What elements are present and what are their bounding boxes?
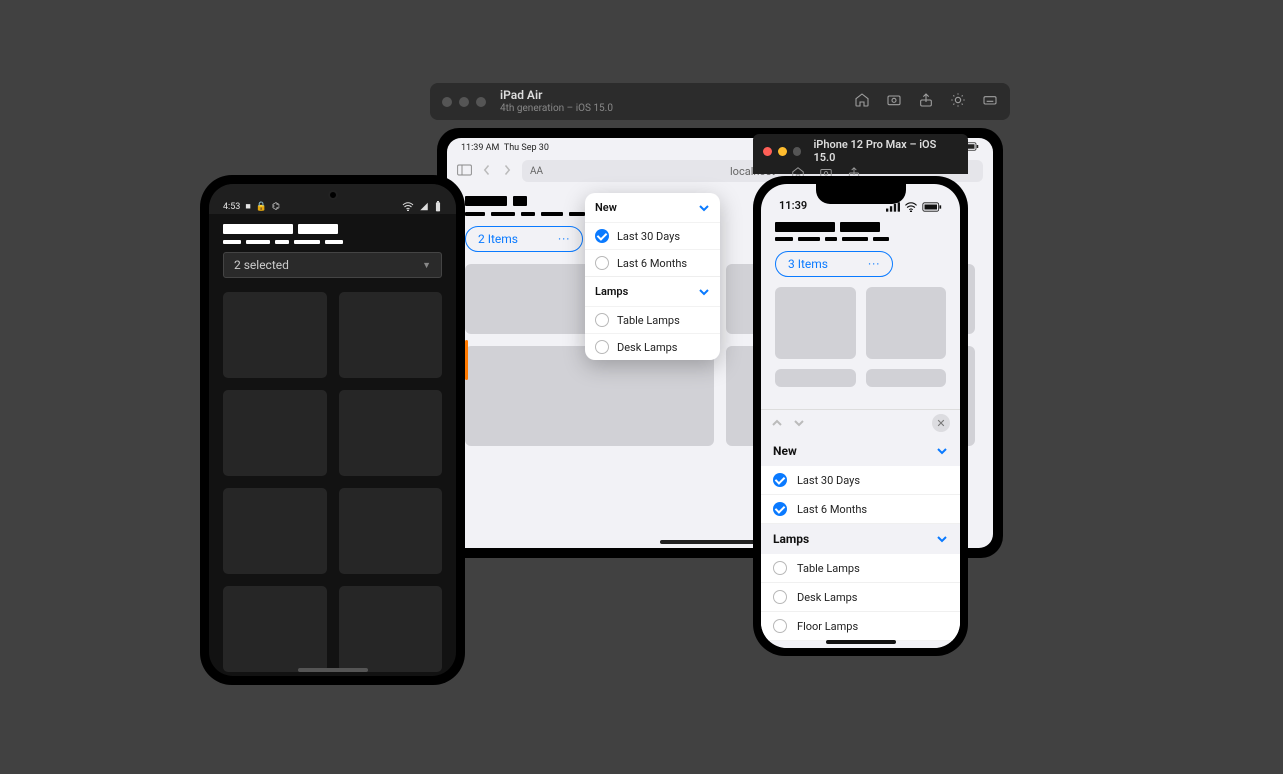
nav-fwd-icon[interactable]	[502, 164, 512, 179]
group-lamps[interactable]: Lamps	[761, 524, 960, 554]
radio-icon	[595, 340, 609, 354]
opt-desk-lamps[interactable]: Desk Lamps	[761, 583, 960, 612]
android-device: 4:53 ■ 🔒 ⌬ 2 selected ▼	[200, 175, 465, 685]
chevron-down-icon	[698, 286, 710, 298]
notch	[816, 184, 906, 204]
chevron-down-icon[interactable]	[793, 417, 805, 429]
option-last-6-months[interactable]: Last 6 Months	[585, 249, 720, 276]
opt-last-6-months[interactable]: Last 6 Months	[761, 495, 960, 524]
opt-last-30-days[interactable]: Last 30 Days	[761, 466, 960, 495]
filter-select[interactable]: 2 selected ▼	[223, 252, 442, 278]
grid-item[interactable]	[866, 369, 947, 387]
filter-more[interactable]: ···	[558, 232, 570, 246]
radio-checked-icon	[773, 473, 787, 487]
grid-item[interactable]	[339, 390, 443, 476]
ipad-date: Thu Sep 30	[504, 143, 549, 153]
notification-icon: ■	[245, 201, 250, 212]
section-lamps[interactable]: Lamps	[585, 276, 720, 306]
grid-item[interactable]	[866, 287, 947, 359]
opt-table-lamps[interactable]: Table Lamps	[761, 554, 960, 583]
text-size[interactable]: AA	[530, 166, 543, 177]
option-last-30-days[interactable]: Last 30 Days	[585, 222, 720, 249]
wifi-icon	[904, 202, 918, 212]
lock-icon: 🔒	[256, 202, 267, 212]
chevron-down-icon	[698, 202, 710, 214]
debug-icon: ⌬	[272, 202, 280, 212]
select-value: 2 selected	[234, 258, 289, 272]
sidebar-icon[interactable]	[457, 164, 472, 179]
front-camera	[328, 190, 338, 200]
grid-item[interactable]	[223, 586, 327, 672]
close-dot[interactable]	[763, 147, 772, 156]
wifi-icon	[402, 202, 414, 211]
home-icon[interactable]	[854, 92, 870, 111]
iphone-title: iPhone 12 Pro Max – iOS 15.0	[813, 138, 958, 164]
grid-item[interactable]	[223, 292, 327, 378]
radio-icon	[595, 313, 609, 327]
radio-checked-icon	[595, 229, 609, 243]
filter-pill[interactable]: 3 Items ···	[775, 251, 893, 277]
grid-item[interactable]	[339, 488, 443, 574]
battery-icon	[434, 201, 442, 212]
iphone-simulator-titlebar: iPhone 12 Pro Max – iOS 15.0	[753, 134, 968, 174]
grid-item[interactable]	[223, 488, 327, 574]
radio-icon	[773, 619, 787, 633]
grid-item[interactable]	[465, 346, 714, 446]
section-new[interactable]: New	[585, 193, 720, 222]
cellular-icon	[419, 202, 429, 211]
nav-back-icon[interactable]	[482, 164, 492, 179]
max-dot[interactable]	[793, 147, 802, 156]
grid-item[interactable]	[775, 287, 856, 359]
traffic-lights[interactable]	[442, 97, 486, 107]
iphone-time: 11:39	[779, 199, 807, 212]
battery-icon	[922, 202, 942, 212]
filter-pill[interactable]: 2 Items ···	[465, 226, 583, 252]
option-desk-lamps[interactable]: Desk Lamps	[585, 333, 720, 360]
filter-count: 3 Items	[788, 257, 828, 271]
ipad-subtitle: 4th generation – iOS 15.0	[500, 103, 613, 114]
grid-item[interactable]	[339, 292, 443, 378]
opt-floor-lamps[interactable]: Floor Lamps	[761, 612, 960, 641]
radio-checked-icon	[773, 502, 787, 516]
home-indicator[interactable]	[826, 640, 896, 644]
close-button[interactable]: ✕	[932, 414, 950, 432]
keyboard-icon[interactable]	[982, 92, 998, 111]
chevron-down-icon	[936, 445, 948, 457]
filter-count: 2 Items	[478, 232, 518, 246]
filter-more[interactable]: ···	[868, 257, 880, 271]
dropdown-icon: ▼	[422, 260, 431, 271]
filter-sheet: ✕ New Last 30 Days Last 6 Months Lamps T…	[761, 409, 960, 648]
ipad-simulator-titlebar: iPad Air 4th generation – iOS 15.0	[430, 83, 1010, 120]
radio-icon	[773, 590, 787, 604]
radio-icon	[773, 561, 787, 575]
chevron-down-icon	[936, 533, 948, 545]
product-grid	[223, 292, 442, 672]
grid-item[interactable]	[223, 390, 327, 476]
group-new[interactable]: New	[761, 436, 960, 466]
product-grid	[775, 287, 946, 387]
iphone-device: 11:39 3 Items ··· ✕	[753, 176, 968, 656]
home-indicator[interactable]	[298, 668, 368, 672]
screenshot-icon[interactable]	[886, 92, 902, 111]
android-time: 4:53	[223, 202, 240, 212]
option-table-lamps[interactable]: Table Lamps	[585, 306, 720, 333]
filter-popover: New Last 30 Days Last 6 Months Lamps Tab…	[585, 193, 720, 360]
min-dot[interactable]	[778, 147, 787, 156]
ipad-title: iPad Air	[500, 89, 613, 102]
brightness-icon[interactable]	[950, 92, 966, 111]
chevron-up-icon[interactable]	[771, 417, 783, 429]
grid-item[interactable]	[339, 586, 443, 672]
grid-item[interactable]	[775, 369, 856, 387]
share-icon[interactable]	[918, 92, 934, 111]
ipad-time: 11:39 AM	[461, 143, 499, 153]
radio-icon	[595, 256, 609, 270]
